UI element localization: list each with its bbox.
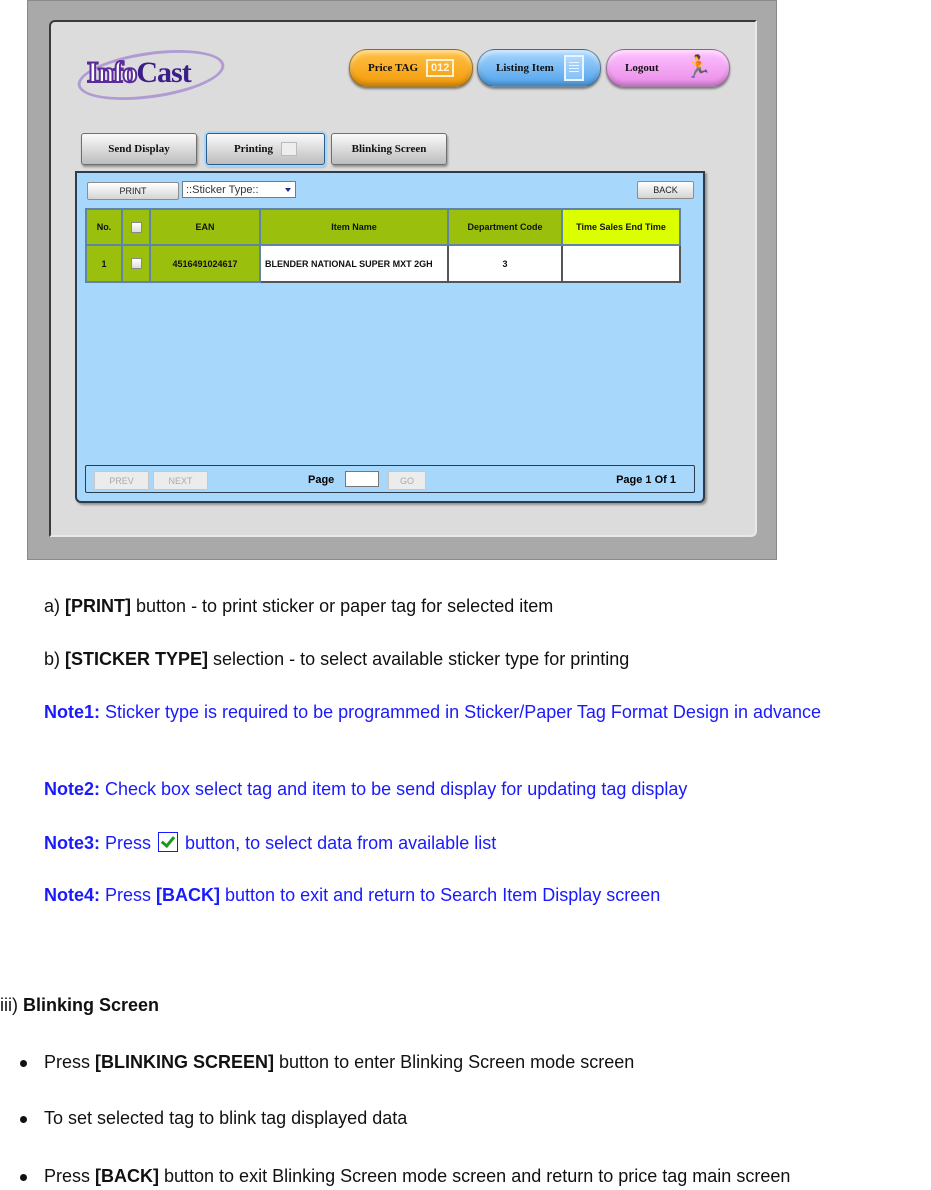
keyword: [BACK]	[95, 1166, 159, 1186]
page-number-input[interactable]	[345, 471, 379, 487]
cell-select	[121, 244, 151, 283]
bullet-item: Press [BACK] button to exit Blinking Scr…	[44, 1166, 791, 1186]
tab-blinking-screen[interactable]: Blinking Screen	[331, 133, 447, 165]
app-window: InfoCast Price TAG 012 Listing Item Logo…	[49, 20, 757, 537]
cell-time-sales-end[interactable]	[561, 244, 681, 283]
chevron-down-icon	[285, 188, 291, 192]
logo-info: Info	[86, 55, 138, 90]
logout-label: Logout	[625, 62, 659, 74]
tab-label: Send Display	[108, 143, 170, 155]
go-button[interactable]: GO	[388, 471, 426, 490]
keyword: [STICKER TYPE]	[65, 649, 209, 669]
keyword: [PRINT]	[65, 596, 132, 616]
infocast-logo: InfoCast	[74, 41, 228, 109]
note-2: Note2: Check box select tag and item to …	[44, 779, 688, 799]
exit-door-running-man-icon: 🏃	[684, 55, 713, 80]
bullet-item: To set selected tag to blink tag display…	[44, 1108, 408, 1128]
cell-ean: 4516491024617	[149, 244, 261, 283]
table-row[interactable]: 1 4516491024617 BLENDER NATIONAL SUPER M…	[85, 244, 681, 283]
sticker-type-value: ::Sticker Type::	[186, 183, 259, 196]
note-label: Note1:	[44, 702, 101, 722]
tab-send-display[interactable]: Send Display	[81, 133, 197, 165]
bullet-item: Press [BLINKING SCREEN] button to enter …	[44, 1052, 635, 1072]
bullet-icon	[20, 1060, 27, 1067]
print-button[interactable]: PRINT	[87, 182, 179, 200]
page-info: Page 1 Of 1	[616, 474, 676, 486]
checkbox-checked-icon	[158, 832, 179, 852]
keyword: [BLINKING SCREEN]	[95, 1052, 275, 1072]
back-button[interactable]: BACK	[637, 181, 694, 199]
listing-item-label: Listing Item	[496, 62, 554, 74]
note-1: Note1: Sticker type is required to be pr…	[44, 702, 822, 722]
note-label: Note3:	[44, 833, 101, 853]
bullet-icon	[20, 1174, 27, 1181]
header-time-sales-end: Time Sales End Time	[561, 208, 681, 246]
items-table: No. EAN Item Name Department Code Time S…	[85, 208, 681, 283]
keyword: [BACK]	[156, 885, 221, 905]
row-checkbox[interactable]	[130, 258, 142, 270]
listing-item-button[interactable]: Listing Item	[477, 49, 601, 87]
header-item-name: Item Name	[259, 208, 449, 246]
note-label: Note4:	[44, 885, 101, 905]
section-title: Blinking Screen	[23, 995, 160, 1015]
printing-panel: PRINT ::Sticker Type:: BACK No. EAN Item…	[75, 171, 705, 503]
logo-cast: Cast	[136, 56, 191, 89]
header-department-code: Department Code	[447, 208, 563, 246]
note-3: Note3: Press button, to select data from…	[44, 832, 497, 853]
tab-label: Printing	[233, 143, 274, 155]
header-no: No.	[85, 208, 123, 246]
item-b-sticker-type: b) [STICKER TYPE] selection - to select …	[44, 649, 630, 669]
cell-item-name: BLENDER NATIONAL SUPER MXT 2GH	[259, 244, 449, 283]
item-a-print: a) [PRINT] button - to print sticker or …	[44, 596, 554, 616]
price-tag-label: Price TAG	[368, 62, 418, 74]
page-label: Page	[308, 474, 335, 486]
next-button[interactable]: NEXT	[153, 471, 208, 490]
document-list-icon	[563, 55, 584, 81]
price-tag-count-badge: 012	[426, 59, 455, 77]
app-screenshot: InfoCast Price TAG 012 Listing Item Logo…	[27, 0, 777, 560]
select-all-checkbox[interactable]	[130, 221, 142, 233]
table-header-row: No. EAN Item Name Department Code Time S…	[85, 208, 681, 246]
note-4: Note4: Press [BACK] button to exit and r…	[44, 885, 661, 905]
note-label: Note2:	[44, 779, 101, 799]
cell-department-code: 3	[447, 244, 563, 283]
bullet-icon	[20, 1116, 27, 1123]
pagination-bar: PREV NEXT Page GO Page 1 Of 1	[85, 465, 695, 493]
tab-printing[interactable]: Printing	[206, 133, 325, 165]
header-ean: EAN	[149, 208, 261, 246]
logout-button[interactable]: Logout 🏃	[606, 49, 730, 87]
section-heading-blinking-screen: iii) Blinking Screen	[0, 995, 160, 1015]
printer-icon	[281, 142, 298, 156]
header-select-all	[121, 208, 151, 246]
cell-no: 1	[85, 244, 123, 283]
prev-button[interactable]: PREV	[94, 471, 149, 490]
tab-label: Blinking Screen	[351, 143, 427, 155]
sticker-type-select[interactable]: ::Sticker Type::	[182, 181, 296, 198]
price-tag-button[interactable]: Price TAG 012	[349, 49, 473, 87]
